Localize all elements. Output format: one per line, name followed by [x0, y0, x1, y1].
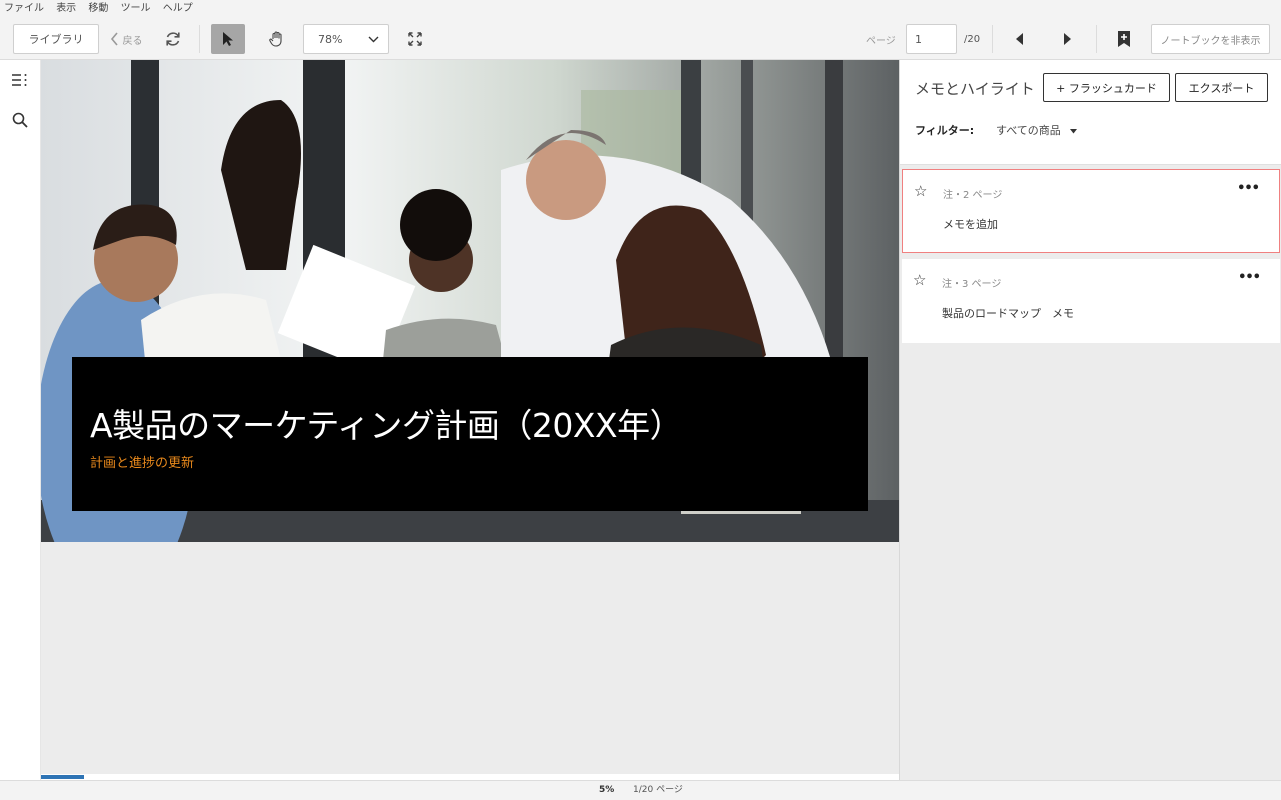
chevron-down-icon	[368, 36, 379, 42]
fit-screen-icon	[408, 32, 422, 46]
slide-subtitle: 計画と進捗の更新	[90, 456, 195, 471]
document-viewer[interactable]: A製品のマーケティング計画（20XX年） 計画と進捗の更新	[41, 60, 899, 780]
previous-page-button[interactable]	[1007, 26, 1033, 52]
zoom-select[interactable]: 78%	[303, 24, 389, 54]
star-icon[interactable]: ☆	[913, 271, 926, 289]
page-status: 1/20 ページ	[633, 785, 683, 795]
more-options-icon[interactable]: •••	[1238, 270, 1261, 285]
select-tool-button[interactable]	[211, 24, 245, 54]
more-options-icon[interactable]: •••	[1237, 181, 1260, 196]
back-button[interactable]: 戻る	[106, 24, 146, 54]
triangle-left-icon	[1016, 33, 1023, 45]
filter-label: フィルター:	[915, 124, 975, 137]
table-of-contents-button[interactable]	[8, 68, 32, 92]
zoom-value: 78%	[318, 32, 343, 46]
left-sidebar	[0, 60, 41, 780]
library-button[interactable]: ライブラリ	[13, 24, 99, 54]
hide-notebook-button[interactable]: ノートブックを非表示	[1151, 24, 1270, 54]
list-icon	[12, 74, 27, 86]
toolbar-divider	[992, 25, 993, 53]
notes-panel-title: メモとハイライト	[915, 80, 1035, 98]
note-card[interactable]: ☆ 注・2 ページ ••• メモを追加	[902, 169, 1280, 253]
note-text[interactable]: 製品のロードマップ メモ	[942, 305, 1074, 321]
notes-panel: メモとハイライト + フラッシュカード エクスポート フィルター: すべての商品…	[899, 60, 1281, 780]
search-icon	[12, 112, 28, 128]
fit-screen-button[interactable]	[402, 26, 428, 52]
page-label: ページ	[866, 35, 896, 47]
title-box-rule	[72, 357, 868, 360]
menu-bar: ファイル 表示 移動 ツール ヘルプ	[0, 0, 1281, 18]
menu-file[interactable]: ファイル	[4, 3, 44, 14]
hand-icon	[269, 31, 282, 47]
triangle-right-icon	[1064, 33, 1071, 45]
toolbar-divider	[199, 25, 200, 53]
star-icon[interactable]: ☆	[914, 182, 927, 200]
export-button[interactable]: エクスポート	[1175, 73, 1268, 102]
back-label: 戻る	[122, 35, 143, 47]
menu-view[interactable]: 表示	[56, 3, 76, 14]
note-meta: 注・3 ページ	[942, 279, 1002, 290]
search-button[interactable]	[8, 108, 32, 132]
refresh-icon	[166, 32, 180, 46]
status-bar: 5% 1/20 ページ	[0, 780, 1281, 800]
hand-tool-button[interactable]	[262, 24, 292, 54]
page-input-value: 1	[915, 32, 922, 46]
page-total: /20	[964, 33, 981, 45]
note-meta: 注・2 ページ	[943, 190, 1003, 201]
library-label: ライブラリ	[28, 33, 84, 46]
add-flashcard-button[interactable]: + フラッシュカード	[1043, 73, 1170, 102]
cursor-arrow-icon	[223, 32, 233, 46]
hide-notebook-label: ノートブックを非表示	[1160, 35, 1261, 47]
add-bookmark-button[interactable]	[1111, 26, 1137, 52]
next-page-button[interactable]	[1054, 26, 1080, 52]
chevron-left-icon	[110, 32, 118, 46]
notes-panel-header: メモとハイライト + フラッシュカード エクスポート フィルター: すべての商品	[900, 60, 1281, 165]
reading-progress-fill	[41, 775, 84, 779]
caret-down-icon	[1070, 129, 1078, 134]
filter-dropdown[interactable]: すべての商品	[996, 122, 1078, 138]
slide-title: A製品のマーケティング計画（20XX年）	[90, 406, 683, 445]
progress-percent: 5%	[599, 785, 615, 795]
refresh-button[interactable]	[160, 26, 186, 52]
filter-value: すべての商品	[996, 124, 1061, 137]
menu-tools[interactable]: ツール	[121, 3, 151, 14]
note-text[interactable]: メモを追加	[943, 216, 998, 232]
slide-title-box: A製品のマーケティング計画（20XX年） 計画と進捗の更新	[72, 357, 868, 511]
menu-help[interactable]: ヘルプ	[163, 3, 193, 14]
page-input[interactable]: 1	[906, 24, 957, 54]
toolbar-divider	[1096, 25, 1097, 53]
toolbar: ライブラリ 戻る 78% ページ 1 /20 ノートブックを非表示	[0, 18, 1281, 60]
bookmark-add-icon	[1118, 31, 1130, 47]
menu-go[interactable]: 移動	[88, 3, 108, 14]
note-card[interactable]: ☆ 注・3 ページ ••• 製品のロードマップ メモ	[902, 259, 1280, 343]
slide-page: A製品のマーケティング計画（20XX年） 計画と進捗の更新	[41, 60, 899, 542]
